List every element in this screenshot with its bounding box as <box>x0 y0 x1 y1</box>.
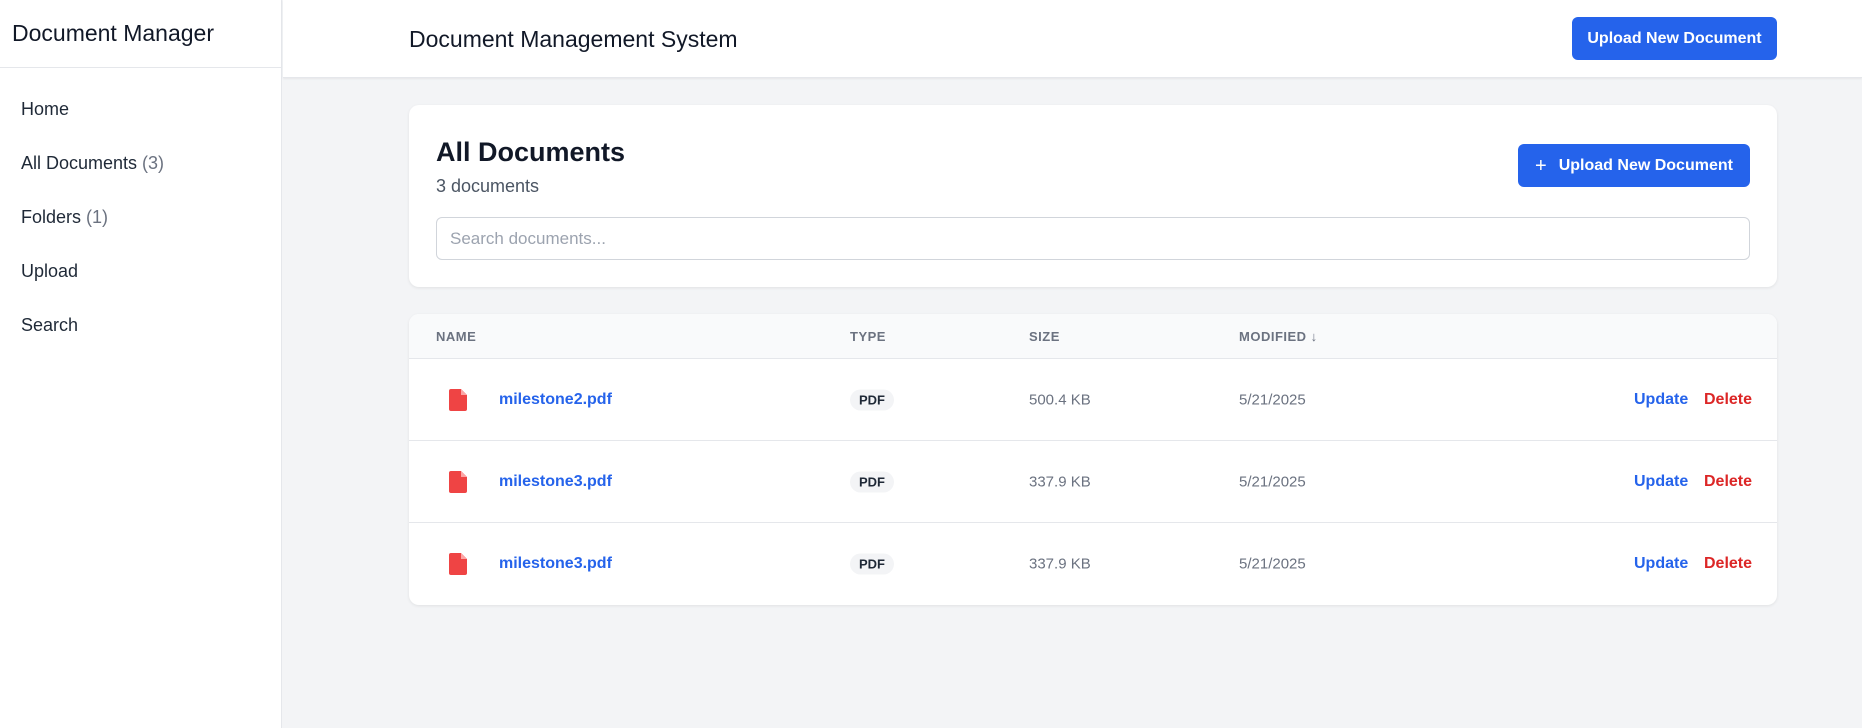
file-modified-date: 5/21/2025 <box>1239 391 1306 408</box>
documents-header-card: All Documents 3 documents + Upload New D… <box>409 105 1777 287</box>
sidebar-item-upload[interactable]: Upload <box>0 244 281 298</box>
sidebar-item-home[interactable]: Home <box>0 82 281 136</box>
sidebar-item-count: (3) <box>142 152 165 173</box>
file-type-badge: PDF <box>850 471 894 492</box>
file-name-link[interactable]: milestone3.pdf <box>499 473 612 491</box>
upload-button-label: Upload New Document <box>1558 156 1733 174</box>
file-size: 500.4 KB <box>1029 391 1091 408</box>
header-upload-button[interactable]: Upload New Document <box>1572 17 1777 60</box>
update-button[interactable]: Update <box>1634 473 1688 491</box>
column-header-name[interactable]: NAME <box>436 329 476 344</box>
table-row: milestone3.pdf PDF 337.9 KB 5/21/2025 Up… <box>409 523 1777 605</box>
upload-new-document-button[interactable]: + Upload New Document <box>1518 144 1750 187</box>
page-title: All Documents <box>436 137 626 167</box>
update-button[interactable]: Update <box>1634 555 1688 573</box>
file-name-link[interactable]: milestone2.pdf <box>499 391 612 409</box>
sidebar-item-label: All Documents <box>21 152 138 173</box>
sidebar: Document Manager Home All Documents (3) … <box>0 0 282 728</box>
documents-table: NAME TYPE SIZE MODIFIED ↓ milestone2.pdf… <box>409 314 1777 605</box>
sidebar-item-folders[interactable]: Folders (1) <box>0 190 281 244</box>
column-header-modified[interactable]: MODIFIED ↓ <box>1239 329 1318 344</box>
app-brand: Document Manager <box>0 0 281 68</box>
file-modified-date: 5/21/2025 <box>1239 555 1306 573</box>
search-input[interactable] <box>436 217 1750 260</box>
top-header: Document Management System Upload New Do… <box>283 0 1862 78</box>
plus-icon: + <box>1535 154 1547 177</box>
pdf-file-icon <box>449 470 467 493</box>
sidebar-item-label: Home <box>21 98 70 119</box>
table-row: milestone2.pdf PDF 500.4 KB 5/21/2025 Up… <box>409 359 1777 441</box>
pdf-file-icon <box>449 388 467 411</box>
sidebar-item-search[interactable]: Search <box>0 298 281 352</box>
sidebar-item-label: Search <box>21 314 79 335</box>
delete-button[interactable]: Delete <box>1704 473 1752 491</box>
page-header-title: Document Management System <box>409 26 738 52</box>
delete-button[interactable]: Delete <box>1704 555 1752 573</box>
column-header-size[interactable]: SIZE <box>1029 329 1060 344</box>
sidebar-item-count: (1) <box>86 206 109 227</box>
table-row: milestone3.pdf PDF 337.9 KB 5/21/2025 Up… <box>409 441 1777 523</box>
file-name-link[interactable]: milestone3.pdf <box>499 555 612 573</box>
column-header-type[interactable]: TYPE <box>850 329 886 344</box>
sidebar-item-label: Folders <box>21 206 82 227</box>
file-type-badge: PDF <box>850 389 894 410</box>
sidebar-nav: Home All Documents (3) Folders (1) Uploa… <box>0 68 281 352</box>
table-header: NAME TYPE SIZE MODIFIED ↓ <box>409 314 1777 359</box>
sidebar-item-label: Upload <box>21 260 79 281</box>
file-type-badge: PDF <box>850 553 894 575</box>
file-modified-date: 5/21/2025 <box>1239 473 1306 490</box>
file-size: 337.9 KB <box>1029 555 1091 573</box>
pdf-file-icon <box>449 553 467 575</box>
file-size: 337.9 KB <box>1029 473 1091 490</box>
sidebar-item-all-documents[interactable]: All Documents (3) <box>0 136 281 190</box>
document-count: 3 documents <box>436 176 540 196</box>
update-button[interactable]: Update <box>1634 391 1688 409</box>
delete-button[interactable]: Delete <box>1704 391 1752 409</box>
